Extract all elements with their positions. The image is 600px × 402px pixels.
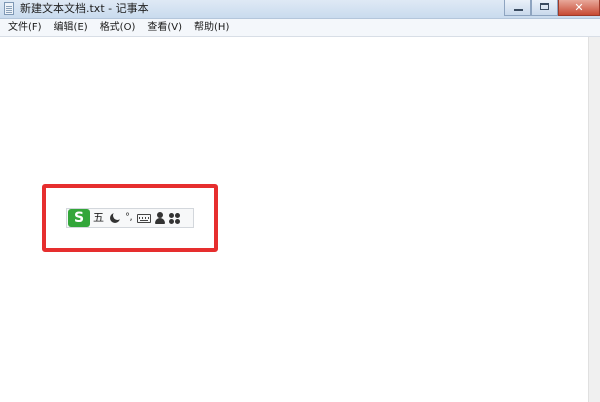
apps-icon-dot — [175, 218, 181, 224]
sogou-logo-letter: S — [73, 210, 85, 226]
ime-mode-label[interactable]: 五 — [93, 209, 104, 227]
ime-toolbar[interactable]: S 五 °, — [66, 208, 194, 228]
moon-icon[interactable] — [109, 211, 122, 224]
apps-icon-dot — [169, 212, 175, 218]
user-icon-body — [155, 218, 166, 224]
menu-view[interactable]: 查看(V) — [141, 19, 188, 36]
menu-edit[interactable]: 编辑(E) — [48, 19, 94, 36]
user-icon[interactable] — [155, 212, 166, 224]
apps-icon[interactable] — [169, 212, 181, 224]
notepad-icon[interactable] — [4, 2, 14, 15]
menu-file[interactable]: 文件(F) — [0, 19, 48, 36]
window-controls: ✕ — [504, 0, 600, 18]
window-title: 新建文本文档.txt - 记事本 — [20, 2, 149, 15]
title-bar[interactable]: 新建文本文档.txt - 记事本 ✕ — [0, 0, 600, 19]
apps-icon-dot — [175, 212, 181, 218]
menu-format[interactable]: 格式(O) — [94, 19, 142, 36]
close-icon: ✕ — [574, 1, 584, 14]
vertical-scrollbar[interactable] — [588, 37, 600, 402]
maximize-button[interactable] — [531, 0, 558, 16]
moon-cutout — [113, 211, 122, 220]
close-button[interactable]: ✕ — [558, 0, 600, 16]
minimize-button[interactable] — [504, 0, 531, 16]
menu-bar: 文件(F) 编辑(E) 格式(O) 查看(V) 帮助(H) — [0, 19, 600, 37]
notepad-window: 新建文本文档.txt - 记事本 ✕ 文件(F) 编辑(E) 格式(O) 查看(… — [0, 0, 600, 402]
sogou-logo-icon[interactable]: S — [68, 209, 90, 227]
keyboard-icon[interactable] — [137, 213, 152, 223]
punctuation-icon[interactable]: °, — [125, 211, 133, 225]
apps-icon-dot — [169, 218, 175, 224]
menu-help[interactable]: 帮助(H) — [188, 19, 235, 36]
